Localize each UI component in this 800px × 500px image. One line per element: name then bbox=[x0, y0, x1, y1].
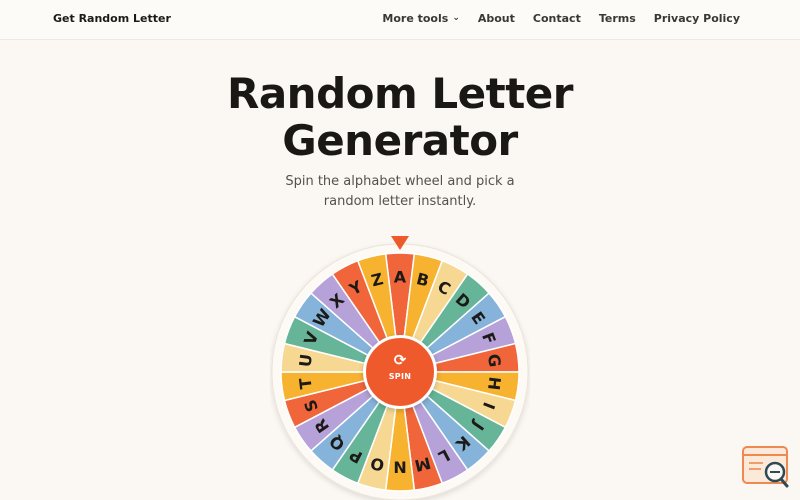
page-subtitle: Spin the alphabet wheel and pick a rando… bbox=[0, 172, 800, 212]
page-subtitle-line1: Spin the alphabet wheel and pick a bbox=[285, 174, 515, 189]
nav-more-tools[interactable]: More tools ⌄ bbox=[382, 12, 459, 25]
page-title-line2: Generator bbox=[282, 116, 518, 165]
main-nav: More tools ⌄ About Contact Terms Privacy… bbox=[382, 12, 740, 25]
refresh-icon: ⟳ bbox=[393, 351, 407, 369]
page-title: Random Letter Generator bbox=[0, 70, 800, 164]
wheel-letter-a: A bbox=[394, 268, 407, 287]
nav-terms[interactable]: Terms bbox=[599, 12, 636, 25]
top-navigation-bar: Get Random Letter More tools ⌄ About Con… bbox=[0, 0, 800, 40]
search-document-icon bbox=[742, 446, 789, 488]
wheel-letter-u: U bbox=[295, 353, 315, 368]
spin-button[interactable]: ⟳ SPIN bbox=[363, 335, 437, 409]
brand-logo-link[interactable]: Get Random Letter bbox=[53, 12, 171, 25]
page-subtitle-line2: random letter instantly. bbox=[323, 194, 477, 209]
nav-privacy-policy[interactable]: Privacy Policy bbox=[654, 12, 740, 25]
page-title-line1: Random Letter bbox=[227, 69, 574, 118]
helper-widget-button[interactable] bbox=[741, 445, 791, 490]
nav-more-tools-label: More tools bbox=[382, 12, 449, 25]
wheel-letter-n: N bbox=[393, 458, 406, 477]
chevron-down-icon: ⌄ bbox=[452, 12, 460, 23]
nav-about[interactable]: About bbox=[478, 12, 515, 25]
nav-contact[interactable]: Contact bbox=[533, 12, 581, 25]
wheel-letter-h: H bbox=[484, 376, 504, 392]
wheel-letter-g: G bbox=[484, 353, 504, 368]
spin-button-label: SPIN bbox=[388, 372, 412, 381]
letter-wheel[interactable]: ABCDEFGHIJKLMNOPQRSTUVWXYZ ⟳ SPIN bbox=[270, 235, 530, 500]
